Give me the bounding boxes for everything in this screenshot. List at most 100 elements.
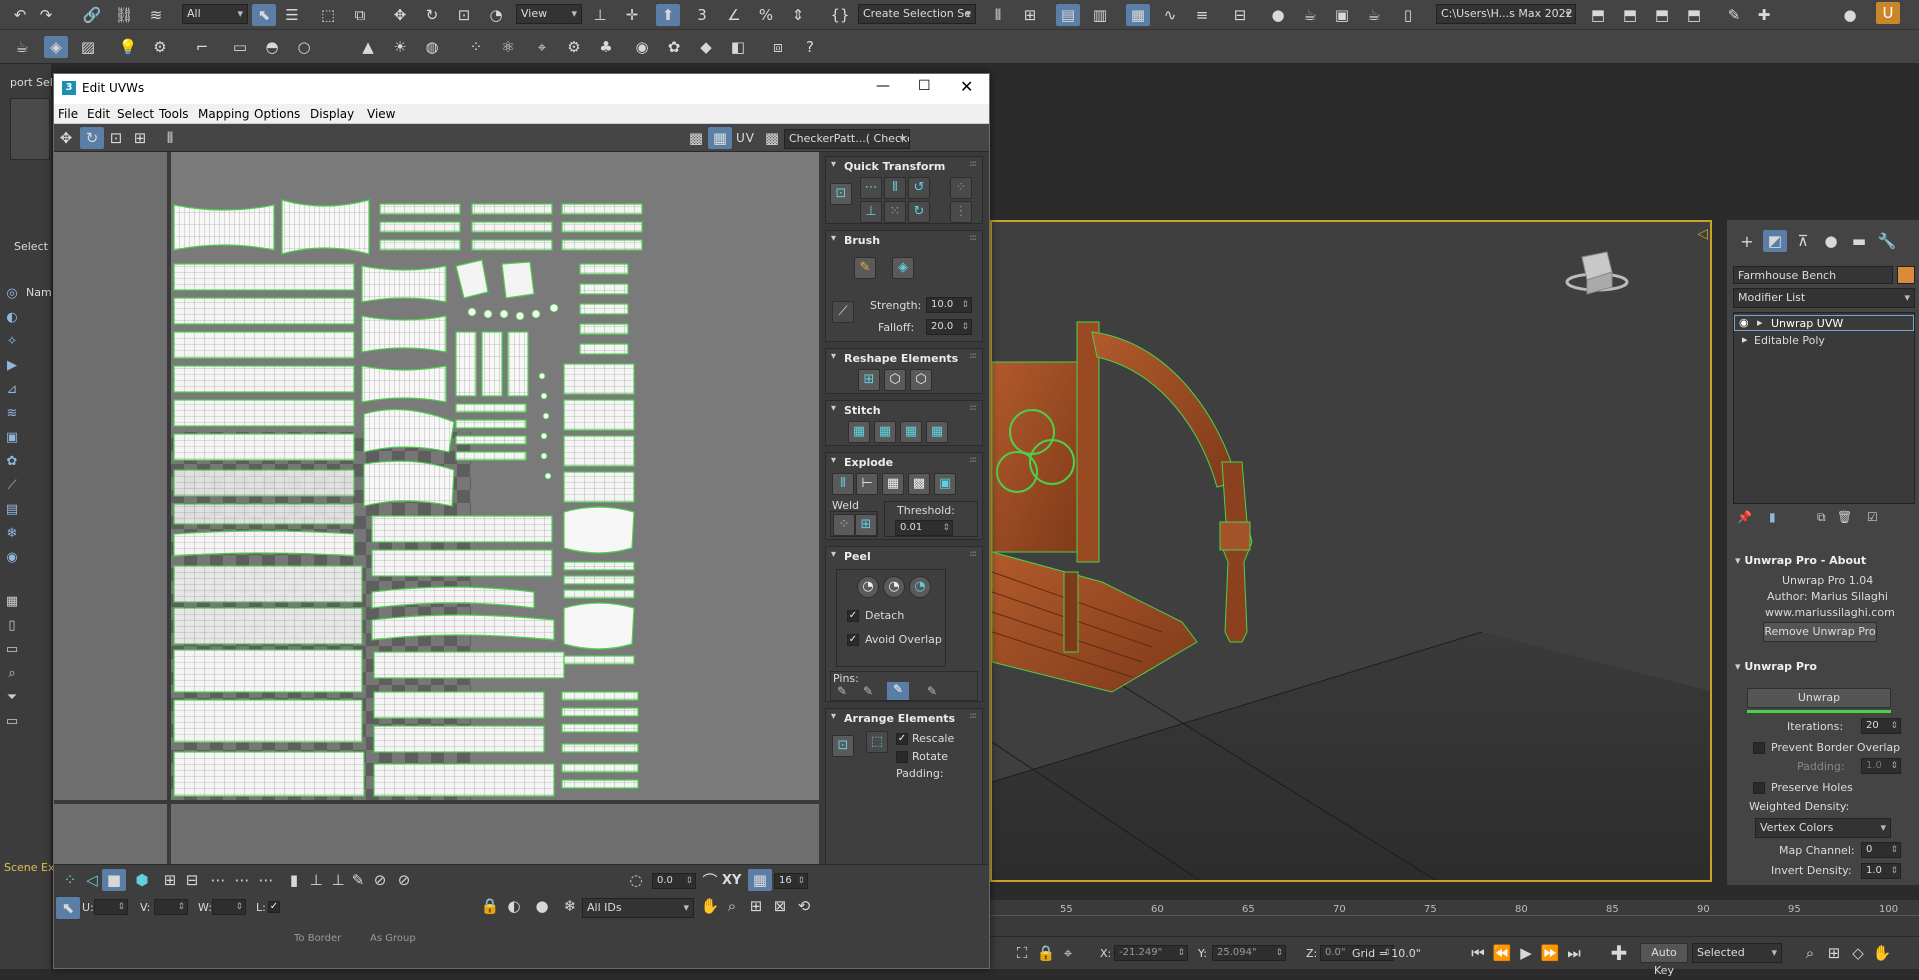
explode-header[interactable]: Explode xyxy=(826,453,982,471)
flatten-icon[interactable]: ▦ xyxy=(882,473,904,495)
falloff-curve-icon[interactable]: ⌒ xyxy=(698,869,722,891)
space-vertical-icon[interactable]: ⋮ xyxy=(950,201,972,223)
filter-frozen-icon[interactable]: ❄ xyxy=(4,526,20,542)
plus-icon[interactable]: ✚ xyxy=(1752,4,1776,26)
avoid-overlap-checkbox[interactable]: ✓ xyxy=(847,634,859,646)
zoom-selected-icon[interactable]: ⟲ xyxy=(792,895,816,917)
edge-ring-icon[interactable]: ⋯ xyxy=(230,869,254,891)
modifier-list-combo[interactable]: Modifier List xyxy=(1733,288,1915,308)
rect-selection-icon[interactable]: ⬚ xyxy=(316,4,340,26)
key-filter-combo[interactable]: Selected xyxy=(1692,943,1782,963)
render-elements-icon[interactable]: ◧ xyxy=(726,36,750,58)
menu-edit[interactable]: Edit xyxy=(87,107,110,121)
align-left-icon[interactable]: ⊥ xyxy=(860,201,882,223)
quick-peel-icon[interactable]: ◔ xyxy=(857,576,879,598)
circle-icon[interactable]: ● xyxy=(1838,4,1862,26)
filter-xref-icon[interactable]: ✿ xyxy=(4,454,20,470)
move-uv-icon[interactable]: ✥ xyxy=(54,127,78,149)
show-end-result-icon[interactable]: ▮ xyxy=(1769,510,1776,524)
rotate-checkbox[interactable] xyxy=(896,751,908,763)
find-icon[interactable]: ⌕ xyxy=(4,666,20,682)
toggle-ribbon-icon[interactable]: ▦ xyxy=(1126,4,1150,26)
filter-camera-icon[interactable]: ▶ xyxy=(4,358,20,374)
peel-header[interactable]: Peel xyxy=(826,547,982,565)
preserve-holes-checkbox[interactable] xyxy=(1753,782,1765,794)
zoom-all-icon[interactable]: ⊞ xyxy=(1822,942,1846,964)
expand-icon[interactable]: ▸ xyxy=(1757,316,1763,329)
purple-plugin-icon[interactable]: ◆ xyxy=(694,36,718,58)
rotation-spinner[interactable]: 0.0 xyxy=(652,873,696,889)
menu-options[interactable]: Options xyxy=(254,107,300,121)
uvw-title-bar[interactable]: 3 Edit UVWs — ☐ ✕ xyxy=(54,74,989,104)
maximize-icon[interactable]: ☐ xyxy=(918,78,931,94)
filter-spacewarp-icon[interactable]: ≋ xyxy=(4,406,20,422)
peel-mode-icon[interactable]: ◔ xyxy=(883,576,905,598)
project-path-combo[interactable]: C:\Users\H...s Max 2022 xyxy=(1436,4,1576,24)
edge-sel-icon[interactable]: ⋯ xyxy=(254,869,278,891)
unlink-icon[interactable]: ⛓ xyxy=(112,4,136,26)
freeform-icon[interactable]: ⊞ xyxy=(128,127,152,149)
set-project-icon[interactable]: ⬒ xyxy=(1650,4,1674,26)
selection-lock-icon[interactable]: ⛶ xyxy=(1010,942,1034,964)
plant-icon[interactable]: ♣ xyxy=(594,36,618,58)
filter-circle-icon[interactable]: ◎ xyxy=(4,286,20,302)
select-object-icon[interactable]: ⬉ xyxy=(252,4,276,26)
help-icon[interactable]: ? xyxy=(798,36,822,58)
dome-icon[interactable]: ◓ xyxy=(260,36,284,58)
teapot-icon[interactable]: ☕ xyxy=(10,36,34,58)
relax-settings-icon[interactable]: ⬡ xyxy=(910,369,932,391)
stack-item-unwrap[interactable]: ◉ ▸ Unwrap UVW xyxy=(1734,315,1914,331)
make-unique-icon[interactable]: ⧉ xyxy=(1817,510,1826,525)
detach-edge-icon[interactable]: ⊢ xyxy=(856,473,878,495)
select-manipulate-icon[interactable]: ✛ xyxy=(620,4,644,26)
go-to-end-icon[interactable]: ⏭ xyxy=(1562,942,1586,964)
angle-icon[interactable]: ⊥ xyxy=(304,869,328,891)
grid-snap-icon[interactable]: ▦ xyxy=(748,869,772,891)
auto-key-button[interactable]: Auto Key xyxy=(1640,943,1688,977)
zoom-uv-icon[interactable]: ⌕ xyxy=(720,895,744,917)
molecule-icon[interactable]: ⚛ xyxy=(496,36,520,58)
project-folder-icon[interactable]: ⬒ xyxy=(1586,4,1610,26)
render-icon[interactable]: ☕ xyxy=(1362,4,1386,26)
remove-modifier-icon[interactable]: 🗑 xyxy=(1837,510,1852,524)
grid-dots-icon[interactable]: ⁘ xyxy=(464,36,488,58)
pan-uv-icon[interactable]: ✋ xyxy=(698,895,722,917)
filter-none-icon[interactable]: ▯ xyxy=(4,618,20,634)
pack-custom-icon[interactable]: ⬚ xyxy=(866,731,888,753)
minimize-icon[interactable]: — xyxy=(876,78,890,94)
select-shrink-icon[interactable]: ⊟ xyxy=(180,869,204,891)
texture-icon[interactable]: ▩ xyxy=(760,127,784,149)
absolute-mode-icon[interactable]: ⌖ xyxy=(1056,942,1080,964)
field-of-view-icon[interactable]: ◇ xyxy=(1846,942,1870,964)
menu-view[interactable]: View xyxy=(367,107,395,121)
vertex-mode-icon[interactable]: ⁘ xyxy=(58,869,82,891)
project-icon[interactable]: ⬒ xyxy=(1682,4,1706,26)
u-field[interactable] xyxy=(94,899,128,915)
stitch-target-icon[interactable]: ▦ xyxy=(926,421,948,443)
relax-brush-icon[interactable]: ◈ xyxy=(892,257,914,279)
bind-spacewarp-icon[interactable]: ≋ xyxy=(144,4,168,26)
x-field[interactable]: -21.249" xyxy=(1114,945,1188,961)
edit-named-selection-icon[interactable]: {} xyxy=(828,4,852,26)
rotate-ccw-icon[interactable]: ↻ xyxy=(908,201,930,223)
zoom-region-icon[interactable]: ⊠ xyxy=(768,895,792,917)
pattern-icon[interactable]: ⁙ xyxy=(884,201,906,223)
window-crossing-icon[interactable]: ⧉ xyxy=(348,4,372,26)
display-tab-icon[interactable]: ▬ xyxy=(1847,230,1871,252)
render-setup-icon[interactable]: ☕ xyxy=(1298,4,1322,26)
brush-line-icon[interactable]: ⟋ xyxy=(832,301,854,323)
link-icon[interactable]: 🔗 xyxy=(80,4,104,26)
perspective-viewport[interactable]: ◁ xyxy=(990,220,1712,882)
lock-icon[interactable]: 🔒 xyxy=(1034,942,1058,964)
density-combo[interactable]: Vertex Colors xyxy=(1755,818,1891,838)
falloff-spinner[interactable]: 20.0 xyxy=(926,319,972,335)
go-to-start-icon[interactable]: ⏮ xyxy=(1466,942,1490,964)
filter-light-icon[interactable]: ✧ xyxy=(4,334,20,350)
batch-icon[interactable]: ⧈ xyxy=(766,36,790,58)
filter-container-icon[interactable]: ▤ xyxy=(4,502,20,518)
pin-stack-icon[interactable]: 📌 xyxy=(1737,510,1752,524)
face-mode-icon[interactable]: ■ xyxy=(102,869,126,891)
filter-all-icon[interactable]: ▦ xyxy=(4,594,20,610)
checker-toggle-icon[interactable]: ▦ xyxy=(708,127,732,149)
snaps-toggle-icon[interactable]: 3 xyxy=(690,4,714,26)
